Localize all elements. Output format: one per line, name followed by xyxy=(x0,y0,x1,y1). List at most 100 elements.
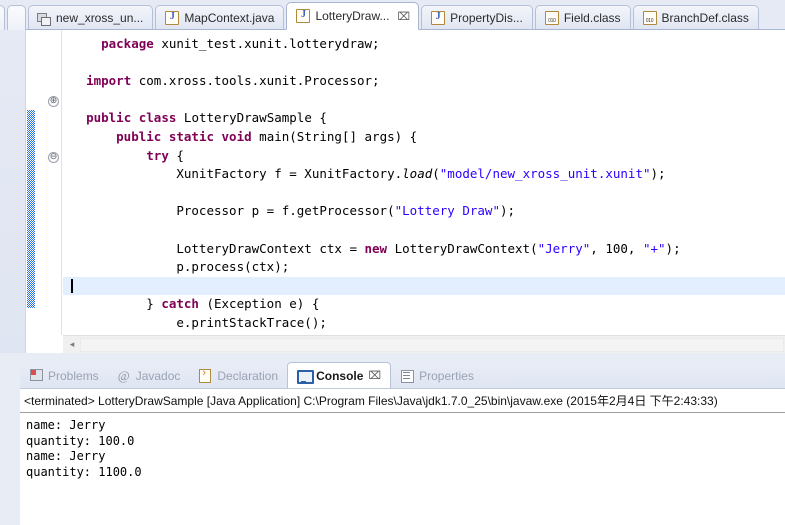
code-line[interactable]: } catch (Exception e) { xyxy=(63,295,785,314)
view-tab-properties[interactable]: Properties xyxy=(391,364,483,388)
code-keyword: void xyxy=(221,128,252,144)
console-body: <terminated> LotteryDrawSample [Java App… xyxy=(20,388,785,525)
editor-horizontal-scrollbar[interactable]: ◂ xyxy=(63,335,785,353)
editor-tab-propertydis[interactable]: PropertyDis... xyxy=(421,5,533,30)
code-keyword: public xyxy=(116,128,162,144)
code-text: com.xross.tools.xunit.Processor; xyxy=(131,73,380,89)
javadoc-icon: @ xyxy=(117,368,130,383)
code-string: "Lottery Draw" xyxy=(394,203,500,219)
code-keyword: import xyxy=(86,73,132,89)
code-text: LotteryDrawSample { xyxy=(176,110,327,126)
editor-part: new_xross_un... MapContext.java LotteryDra… xyxy=(0,0,785,353)
console-icon xyxy=(297,369,315,384)
code-text: ( xyxy=(432,166,440,182)
editor-tab-clipped[interactable] xyxy=(0,5,5,30)
editor-tab-field-class[interactable]: Field.class xyxy=(534,5,631,30)
code-text: ); xyxy=(650,166,666,182)
editor-tab-list: new_xross_un... MapContext.java LotteryDra… xyxy=(0,2,761,30)
view-tab-label: Declaration xyxy=(217,369,279,383)
code-text: ); xyxy=(499,203,516,219)
code-text: p.process(ctx); xyxy=(71,259,290,275)
code-line[interactable] xyxy=(63,91,785,110)
editor-tab-branchdef-class[interactable]: BranchDef.class xyxy=(632,5,759,30)
java-file-icon xyxy=(165,11,180,25)
code-string: "Jerry" xyxy=(537,240,591,256)
editor-tab-close-icon[interactable]: ⌧ xyxy=(394,11,413,22)
editor-tab-label: PropertyDis... xyxy=(450,11,523,25)
code-line[interactable]: public static void main(String[] args) { xyxy=(63,128,785,147)
view-tab-console[interactable]: Console ⌧ xyxy=(287,362,392,388)
text-caret xyxy=(71,278,73,293)
code-keyword: package xyxy=(101,36,154,51)
view-tab-close-icon[interactable]: ⌧ xyxy=(368,369,381,382)
code-line[interactable]: LotteryDrawContext ctx = new LotteryDraw… xyxy=(63,240,785,259)
code-keyword: class xyxy=(138,110,177,126)
code-line[interactable]: try { xyxy=(63,147,785,166)
view-tab-label: Javadoc xyxy=(135,369,181,383)
console-part: Problems @ Javadoc Declaration Console ⌧ Prope… xyxy=(20,362,785,525)
view-tab-problems[interactable]: Problems xyxy=(20,364,108,388)
code-line[interactable]: Processor p = f.getProcessor("Lottery Dr… xyxy=(63,202,785,221)
editor-vertical-ruler[interactable]: ⊕ ⊖ xyxy=(26,30,62,335)
code-line[interactable] xyxy=(63,54,785,73)
class-file-icon xyxy=(544,11,559,25)
code-scroll-area[interactable]: package xunit_test.xunit.lotterydraw; im… xyxy=(63,30,785,335)
code-line[interactable]: p.process(ctx); xyxy=(63,258,785,277)
code-line[interactable]: XunitFactory f = XunitFactory.load("mode… xyxy=(63,165,785,184)
code-line[interactable] xyxy=(63,184,785,203)
code-line[interactable] xyxy=(63,221,785,240)
fold-expand-import-icon[interactable]: ⊕ xyxy=(48,96,59,107)
scroll-left-arrow-icon[interactable]: ◂ xyxy=(65,338,79,352)
code-text: { xyxy=(168,147,184,163)
code-text: e.printStackTrace(); xyxy=(71,314,327,330)
console-launch-header: <terminated> LotteryDrawSample [Java App… xyxy=(24,394,718,408)
editor-tab-lotterydraw[interactable]: LotteryDraw... ⌧ xyxy=(286,2,420,30)
class-file-icon xyxy=(642,11,657,25)
editor-tab-clipped[interactable] xyxy=(7,5,26,30)
editor-tab-new-xross-un[interactable]: new_xross_un... xyxy=(28,5,154,30)
code-line[interactable] xyxy=(63,276,785,296)
code-text: , 100, xyxy=(590,240,643,256)
view-tab-label: Properties xyxy=(419,369,474,383)
java-file-icon xyxy=(431,11,446,25)
eclipse-workbench: new_xross_un... MapContext.java LotteryDra… xyxy=(0,0,785,525)
code-keyword: try xyxy=(146,147,169,163)
code-text: } xyxy=(71,296,162,312)
scrollbar-thumb[interactable] xyxy=(80,338,784,352)
code-line[interactable]: import com.xross.tools.xunit.Processor; xyxy=(63,72,785,91)
editor-tab-label: LotteryDraw... xyxy=(315,9,390,23)
view-tab-bar: Problems @ Javadoc Declaration Console ⌧ Prope… xyxy=(20,362,785,388)
java-file-icon xyxy=(296,9,311,23)
code-text: xunit_test.xunit.lotterydraw; xyxy=(153,36,380,51)
code-line[interactable]: public class LotteryDrawSample { xyxy=(63,109,785,128)
code-text: load xyxy=(402,166,433,182)
editor-tab-label: Field.class xyxy=(563,11,621,25)
code-string: "model/new_xross_unit.xunit" xyxy=(439,166,651,182)
code-text: LotteryDrawContext( xyxy=(387,240,538,256)
console-output[interactable]: name: Jerry quantity: 100.0 name: Jerry … xyxy=(20,413,785,485)
view-tab-declaration[interactable]: Declaration xyxy=(189,364,287,388)
code-text: (Exception e) { xyxy=(198,296,320,312)
view-tab-label: Problems xyxy=(48,369,99,383)
model-file-icon xyxy=(37,12,51,26)
source-code[interactable]: package xunit_test.xunit.lotterydraw; im… xyxy=(63,30,785,335)
editor-tab-label: BranchDef.class xyxy=(661,11,749,25)
code-keyword: public xyxy=(86,110,132,126)
code-line[interactable]: e.printStackTrace(); xyxy=(63,314,785,333)
editor-tab-bar: new_xross_un... MapContext.java LotteryDra… xyxy=(0,0,785,30)
editor-tab-mapcontext-java[interactable]: MapContext.java xyxy=(155,5,285,30)
problems-icon xyxy=(29,369,43,383)
change-indicator-bar xyxy=(27,110,35,308)
view-tab-javadoc[interactable]: @ Javadoc xyxy=(108,364,190,388)
code-string: "+" xyxy=(642,240,666,256)
code-text: XunitFactory f = XunitFactory. xyxy=(71,166,403,182)
code-keyword: catch xyxy=(161,296,199,312)
fold-collapse-main-icon[interactable]: ⊖ xyxy=(48,152,59,163)
code-line[interactable]: package xunit_test.xunit.lotterydraw; xyxy=(63,35,785,54)
